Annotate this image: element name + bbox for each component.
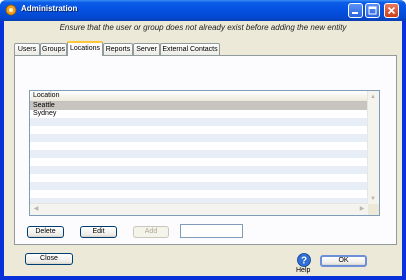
warning-notice: Ensure that the user or group does not a… — [59, 23, 347, 32]
dialog-body: Ensure that the user or group does not a… — [4, 21, 402, 276]
administration-window: Administration Ensure that the user or g… — [0, 0, 406, 280]
tab-server[interactable]: Server — [133, 43, 160, 55]
empty-row — [30, 126, 368, 134]
edit-button[interactable]: Edit — [80, 226, 117, 238]
app-gear-icon — [5, 4, 17, 16]
locations-list[interactable]: Location Seattle Sydney ▲ ▼ ◀ ▶ — [29, 90, 380, 216]
help-icon[interactable]: ? — [297, 253, 311, 267]
horizontal-scrollbar[interactable]: ◀ ▶ — [30, 203, 368, 215]
delete-button[interactable]: Delete — [27, 226, 64, 238]
scroll-down-icon[interactable]: ▼ — [368, 194, 378, 204]
close-button[interactable]: Close — [25, 253, 73, 265]
svg-text:?: ? — [301, 256, 307, 267]
empty-row — [30, 142, 368, 150]
empty-row — [30, 166, 368, 174]
close-icon — [387, 6, 396, 15]
location-column-header[interactable]: Location — [30, 91, 368, 102]
close-window-button[interactable] — [384, 3, 399, 18]
tab-users[interactable]: Users — [14, 43, 40, 55]
list-item[interactable]: Sydney — [30, 110, 368, 118]
add-button[interactable]: Add — [133, 226, 169, 238]
empty-row — [30, 190, 368, 198]
empty-row — [30, 134, 368, 142]
minimize-icon — [352, 12, 358, 14]
maximize-button[interactable] — [365, 3, 380, 18]
tab-locations[interactable]: Locations — [67, 41, 103, 56]
title-bar[interactable]: Administration — [0, 0, 406, 21]
empty-row — [30, 158, 368, 166]
tab-groups[interactable]: Groups — [40, 43, 67, 55]
empty-row — [30, 174, 368, 182]
scroll-left-icon[interactable]: ◀ — [31, 204, 41, 214]
empty-row — [30, 182, 368, 190]
locations-panel: Location Seattle Sydney ▲ ▼ ◀ ▶ — [14, 55, 397, 245]
tab-reports[interactable]: Reports — [103, 43, 133, 55]
scroll-up-icon[interactable]: ▲ — [368, 92, 378, 102]
vertical-scrollbar[interactable]: ▲ ▼ — [367, 91, 379, 205]
minimize-button[interactable] — [348, 3, 363, 18]
scroll-right-icon[interactable]: ▶ — [357, 204, 367, 214]
empty-row — [30, 118, 368, 126]
new-location-input[interactable] — [180, 224, 243, 238]
empty-row — [30, 150, 368, 158]
ok-button[interactable]: OK — [320, 255, 367, 267]
help-label: Help — [296, 267, 311, 274]
list-item[interactable]: Seattle — [30, 102, 368, 110]
tab-external-contacts[interactable]: External Contacts — [160, 43, 220, 55]
maximize-icon — [368, 6, 377, 15]
window-title: Administration — [21, 4, 78, 13]
scrollbar-corner — [368, 204, 379, 215]
